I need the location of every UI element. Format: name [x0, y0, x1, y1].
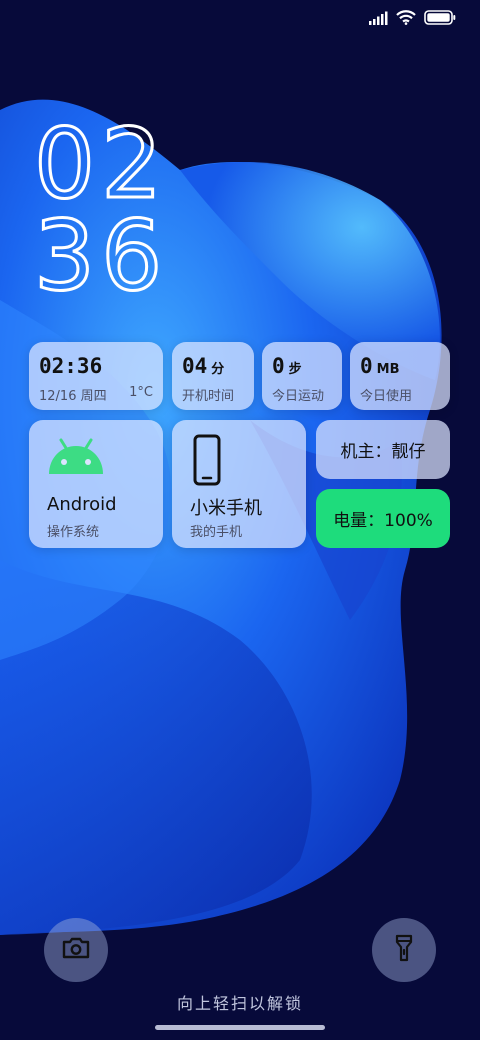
widget-temperature: 1°C [129, 385, 153, 400]
owner-label: 机主：靓仔 [340, 442, 426, 462]
flashlight-icon [394, 934, 414, 966]
uptime-widget[interactable]: 04 分 开机时间 [172, 342, 254, 410]
camera-button[interactable] [44, 918, 108, 982]
lockscreen-clock: 02 36 [32, 108, 169, 312]
phone-title: 小米手机 [190, 498, 262, 519]
flashlight-button[interactable] [372, 918, 436, 982]
time-widget[interactable]: 02:36 12/16 周四 1°C [29, 342, 163, 410]
steps-label: 今日运动 [272, 389, 325, 404]
clock-minute: 36 [32, 200, 169, 312]
status-bar [368, 10, 456, 25]
data-usage-value: 0 [360, 354, 373, 378]
uptime-unit: 分 [211, 362, 225, 377]
battery-label: 电量：100% [333, 511, 433, 531]
phone-widget[interactable]: 小米手机 我的手机 [172, 420, 306, 548]
steps-value: 0 [272, 354, 285, 378]
uptime-label: 开机时间 [182, 389, 235, 404]
battery-pill[interactable]: 电量：100% [316, 489, 450, 548]
widget-time: 02:36 [39, 354, 103, 378]
phone-subtitle: 我的手机 [190, 525, 243, 540]
clock-hour: 02 [32, 108, 169, 220]
data-usage-label: 今日使用 [360, 389, 413, 404]
steps-unit: 步 [288, 362, 302, 377]
signal-icon [368, 11, 388, 25]
os-title: Android [47, 494, 117, 515]
steps-widget[interactable]: 0 步 今日运动 [262, 342, 342, 410]
android-icon [45, 436, 107, 480]
phone-icon [193, 434, 221, 490]
uptime-value: 04 [182, 354, 208, 378]
battery-icon [424, 10, 456, 25]
wifi-icon [396, 10, 416, 25]
camera-icon [61, 936, 91, 964]
os-subtitle: 操作系统 [47, 525, 100, 540]
data-usage-widget[interactable]: 0 MB 今日使用 [350, 342, 450, 410]
widget-date: 12/16 周四 [39, 389, 107, 404]
unlock-hint: 向上轻扫以解锁 [176, 994, 303, 1013]
os-widget[interactable]: Android 操作系统 [29, 420, 163, 548]
owner-pill[interactable]: 机主：靓仔 [316, 420, 450, 479]
data-usage-unit: MB [376, 362, 400, 377]
home-indicator[interactable] [155, 1025, 325, 1030]
